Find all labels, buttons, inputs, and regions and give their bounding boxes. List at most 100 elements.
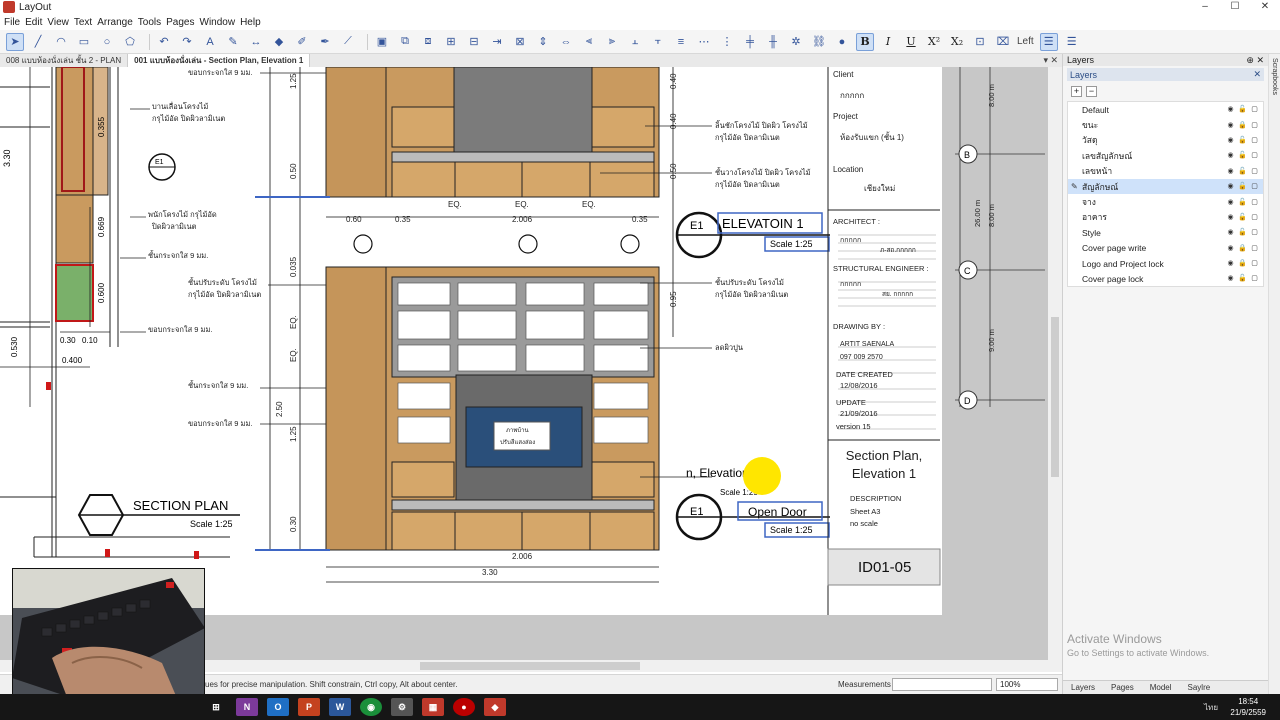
presentation-icon[interactable]: ▣: [373, 33, 391, 51]
eraser-icon[interactable]: ◆: [270, 33, 288, 51]
lock-icon[interactable]: 🔓: [1238, 136, 1247, 145]
lock-icon[interactable]: 🔒: [1238, 244, 1247, 253]
layer-item[interactable]: เลขสัญลักษณ์ ◉ 🔓 ▢: [1068, 148, 1263, 163]
tray-tab-pages[interactable]: Pages: [1103, 681, 1142, 694]
menu-tools[interactable]: Tools: [138, 17, 166, 28]
visibility-eye-icon[interactable]: ◉: [1226, 121, 1235, 130]
clear-format-icon[interactable]: ⊡: [971, 33, 989, 51]
tray-tab-style[interactable]: Saylre: [1180, 681, 1219, 694]
center-horizontal-icon[interactable]: ╪: [741, 33, 759, 51]
align-bottom-icon[interactable]: ⫟: [649, 33, 667, 51]
arrange-back-icon[interactable]: ⧈: [419, 33, 437, 51]
style-brush-icon[interactable]: ✒: [316, 33, 334, 51]
tab-plan-page[interactable]: 008 แบบห้องนั่งเล่น ชั้น 2 - PLAN: [0, 54, 129, 67]
share-icon[interactable]: ▢: [1250, 121, 1259, 130]
layer-item[interactable]: อาคาร ◉ 🔓 ▢: [1068, 210, 1263, 225]
subscript-button[interactable]: X₂: [948, 33, 966, 51]
bold-button[interactable]: B: [856, 32, 874, 51]
style-picker-icon[interactable]: ✐: [293, 33, 311, 51]
settings-icon[interactable]: ⚙: [391, 698, 413, 716]
text-box-icon[interactable]: ⌧: [994, 33, 1012, 51]
sketchup-icon[interactable]: ◆: [484, 698, 506, 716]
align-label[interactable]: Left: [1017, 36, 1034, 47]
center-vertical-icon[interactable]: ╫: [764, 33, 782, 51]
lock-icon[interactable]: 🔒: [1238, 259, 1247, 268]
undo-icon[interactable]: ↶: [155, 33, 173, 51]
visibility-eye-icon[interactable]: ◉: [1226, 274, 1235, 283]
layers-section-header[interactable]: Layers ✕: [1067, 68, 1264, 81]
layer-item[interactable]: Cover page lock ◉ 🔓 ▢: [1068, 271, 1263, 286]
section-close-icon[interactable]: ✕: [1253, 69, 1261, 80]
maximize-button[interactable]: ☐: [1220, 0, 1250, 14]
lock-icon[interactable]: 🔓: [1238, 274, 1247, 283]
scroll-thumb[interactable]: [1051, 317, 1059, 477]
vertical-scrollbar[interactable]: [1048, 67, 1062, 660]
scrapbooks-label[interactable]: Scrapbooks: [1271, 58, 1278, 95]
flip-vertical-icon[interactable]: ⇕: [534, 33, 552, 51]
layout-taskbar-icon[interactable]: ▦: [422, 698, 444, 716]
flip-horizontal-icon[interactable]: ⇔: [557, 33, 575, 51]
space-horizontal-icon[interactable]: ⋯: [695, 33, 713, 51]
share-icon[interactable]: ▢: [1250, 198, 1259, 207]
tray-tab-model[interactable]: Model: [1142, 681, 1180, 694]
share-icon[interactable]: ▢: [1250, 136, 1259, 145]
layer-item[interactable]: Style ◉ 🔓 ▢: [1068, 225, 1263, 240]
windows-start-icon[interactable]: ⊞: [205, 698, 227, 716]
layer-item[interactable]: เลขหน้า ◉ 🔓 ▢: [1068, 164, 1263, 179]
select-tool-icon[interactable]: ➤: [6, 32, 24, 51]
visibility-eye-icon[interactable]: ◉: [1226, 198, 1235, 207]
underline-button[interactable]: U: [902, 33, 920, 51]
visibility-eye-icon[interactable]: ◉: [1226, 136, 1235, 145]
powerpoint-icon[interactable]: P: [298, 698, 320, 716]
group-icon[interactable]: ⊞: [442, 33, 460, 51]
onenote-icon[interactable]: N: [236, 698, 258, 716]
share-icon[interactable]: ▢: [1250, 228, 1259, 237]
measurements-input[interactable]: [892, 678, 992, 691]
menu-file[interactable]: File: [4, 17, 25, 28]
visibility-eye-icon[interactable]: ◉: [1226, 182, 1235, 191]
join-icon[interactable]: ⛓: [810, 33, 828, 51]
lock-icon[interactable]: ⊠: [511, 33, 529, 51]
justify-left-icon[interactable]: ☰: [1039, 32, 1058, 51]
share-icon[interactable]: ▢: [1250, 244, 1259, 253]
lock-icon[interactable]: 🔒: [1238, 121, 1247, 130]
layer-item[interactable]: Logo and Project lock ◉ 🔒 ▢: [1068, 256, 1263, 271]
tray-pin-icon[interactable]: ⊕ ✕: [1246, 55, 1264, 66]
italic-button[interactable]: I: [879, 33, 897, 51]
space-vertical-icon[interactable]: ⋮: [718, 33, 736, 51]
align-center-icon[interactable]: ≡: [672, 33, 690, 51]
remove-layer-button[interactable]: −: [1086, 85, 1097, 97]
lock-icon[interactable]: 🔓: [1238, 167, 1247, 176]
share-icon[interactable]: ▢: [1250, 182, 1259, 191]
close-button[interactable]: ✕: [1250, 0, 1280, 14]
explode-icon[interactable]: ✲: [787, 33, 805, 51]
record-icon[interactable]: ●: [833, 33, 851, 51]
visibility-eye-icon[interactable]: ◉: [1226, 167, 1235, 176]
circle-tool-icon[interactable]: ○: [98, 33, 116, 51]
tab-section-elevation-page[interactable]: 001 แบบห้องนั่งเล่น - Section Plan, Elev…: [128, 54, 311, 67]
recorder-icon[interactable]: ●: [453, 698, 475, 716]
menu-arrange[interactable]: Arrange: [97, 17, 138, 28]
justify-center-icon[interactable]: ☰: [1063, 33, 1081, 51]
taskbar-clock[interactable]: 18:54 21/9/2559: [1230, 696, 1266, 718]
lock-icon[interactable]: 🔓: [1238, 182, 1247, 191]
lock-icon[interactable]: 🔓: [1238, 151, 1247, 160]
layer-item[interactable]: Default ◉ 🔓 ▢: [1068, 102, 1263, 117]
rectangle-tool-icon[interactable]: ▭: [75, 33, 93, 51]
share-icon[interactable]: ▢: [1250, 259, 1259, 268]
arc-tool-icon[interactable]: ◠: [52, 33, 70, 51]
line-tool-icon[interactable]: ╱: [29, 33, 47, 51]
move-layer-icon[interactable]: ⇥: [488, 33, 506, 51]
menu-edit[interactable]: Edit: [25, 17, 47, 28]
word-icon[interactable]: W: [329, 698, 351, 716]
lock-icon[interactable]: 🔓: [1238, 198, 1247, 207]
redo-icon[interactable]: ↷: [178, 33, 196, 51]
align-left-icon[interactable]: ⫷: [580, 33, 598, 51]
outlook-icon[interactable]: O: [267, 698, 289, 716]
menu-text[interactable]: Text: [74, 17, 97, 28]
tray-tab-layers[interactable]: Layers: [1063, 681, 1103, 694]
superscript-button[interactable]: X²: [925, 33, 943, 51]
layer-item[interactable]: จาง ◉ 🔓 ▢: [1068, 194, 1263, 209]
dimension-tool-icon[interactable]: ↔: [247, 33, 265, 51]
visibility-eye-icon[interactable]: ◉: [1226, 244, 1235, 253]
